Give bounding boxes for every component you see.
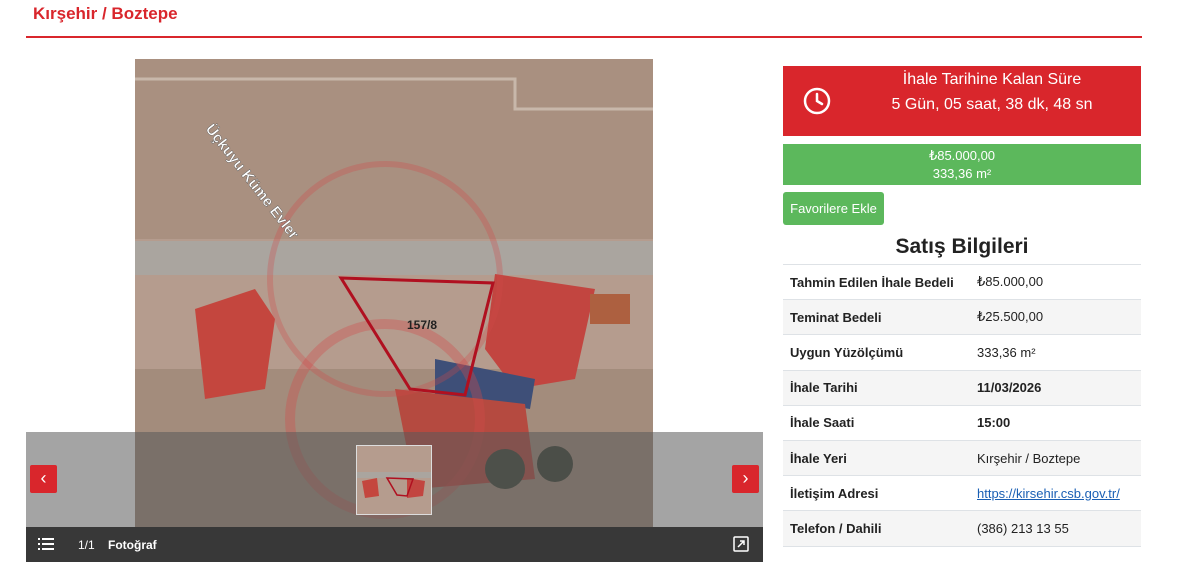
row-value: ₺25.500,00 bbox=[970, 299, 1141, 335]
expand-icon[interactable] bbox=[733, 536, 749, 552]
clock-icon bbox=[803, 87, 831, 115]
photo-caption: Fotoğraf bbox=[108, 538, 157, 552]
row-value: 333,36 m² bbox=[970, 334, 1141, 371]
row-label: Teminat Bedeli bbox=[783, 299, 970, 335]
row-label: Uygun Yüzölçümü bbox=[783, 334, 970, 371]
contact-address-link[interactable]: https://kirsehir.csb.gov.tr/ bbox=[977, 486, 1120, 501]
price-box: ₺85.000,00 333,36 m² bbox=[783, 144, 1141, 185]
row-label: İhale Saati bbox=[783, 404, 970, 441]
row-value: https://kirsehir.csb.gov.tr/ bbox=[970, 475, 1141, 511]
thumbnail-strip: ‹ › bbox=[26, 432, 763, 527]
photo-thumbnail[interactable] bbox=[356, 445, 432, 515]
thumbnail-image bbox=[357, 446, 431, 514]
gallery-toolbar: 1/1 Fotoğraf bbox=[26, 527, 763, 562]
row-value: Kırşehir / Boztepe bbox=[970, 439, 1141, 476]
row-value: (386) 213 13 55 bbox=[970, 510, 1141, 547]
row-label: İletişim Adresi bbox=[783, 475, 970, 511]
page-header: Kırşehir / Boztepe bbox=[26, 0, 1142, 38]
row-value: ₺85.000,00 bbox=[970, 263, 1141, 300]
table-row: Teminat Bedeli ₺25.500,00 bbox=[783, 299, 1141, 335]
sales-info-table: Tahmin Edilen İhale Bedeli ₺85.000,00 Te… bbox=[783, 263, 1141, 547]
countdown-value: 5 Gün, 05 saat, 38 dk, 48 sn bbox=[891, 96, 1093, 113]
row-label: Telefon / Dahili bbox=[783, 510, 970, 547]
add-to-favorites-button[interactable]: Favorilere Ekle bbox=[783, 192, 884, 225]
row-label: İhale Tarihi bbox=[783, 369, 970, 406]
price-amount: ₺85.000,00 bbox=[928, 148, 996, 163]
table-row: Uygun Yüzölçümü 333,36 m² bbox=[783, 334, 1141, 371]
chevron-right-icon: › bbox=[742, 468, 749, 488]
table-row: İhale Saati 15:00 bbox=[783, 404, 1141, 441]
sales-info-title: Satış Bilgileri bbox=[895, 235, 1029, 258]
previous-photo-button[interactable]: ‹ bbox=[30, 465, 57, 493]
chevron-left-icon: ‹ bbox=[40, 468, 47, 488]
table-row: İhale Tarihi 11/03/2026 bbox=[783, 369, 1141, 406]
row-value: 15:00 bbox=[970, 404, 1141, 441]
table-row: İletişim Adresi https://kirsehir.csb.gov… bbox=[783, 475, 1141, 511]
table-row: İhale Yeri Kırşehir / Boztepe bbox=[783, 439, 1141, 476]
page-title: Kırşehir / Boztepe bbox=[33, 4, 178, 23]
parcel-label: 157/8 bbox=[407, 318, 437, 332]
next-photo-button[interactable]: › bbox=[732, 465, 759, 493]
row-value: 11/03/2026 bbox=[970, 369, 1141, 406]
table-row: Tahmin Edilen İhale Bedeli ₺85.000,00 bbox=[783, 263, 1141, 300]
countdown-label: İhale Tarihine Kalan Süre bbox=[902, 71, 1082, 88]
photo-counter: 1/1 bbox=[78, 538, 95, 552]
list-icon[interactable] bbox=[38, 536, 54, 552]
row-label: İhale Yeri bbox=[783, 439, 970, 476]
price-area: 333,36 m² bbox=[932, 166, 992, 181]
row-label: Tahmin Edilen İhale Bedeli bbox=[783, 263, 970, 300]
countdown-box: İhale Tarihine Kalan Süre 5 Gün, 05 saat… bbox=[783, 66, 1141, 136]
photo-gallery: 157/8 Üçkuyu Küme Evler ‹ › 1/1 Fotoğraf bbox=[26, 59, 763, 562]
table-row: Telefon / Dahili (386) 213 13 55 bbox=[783, 510, 1141, 547]
